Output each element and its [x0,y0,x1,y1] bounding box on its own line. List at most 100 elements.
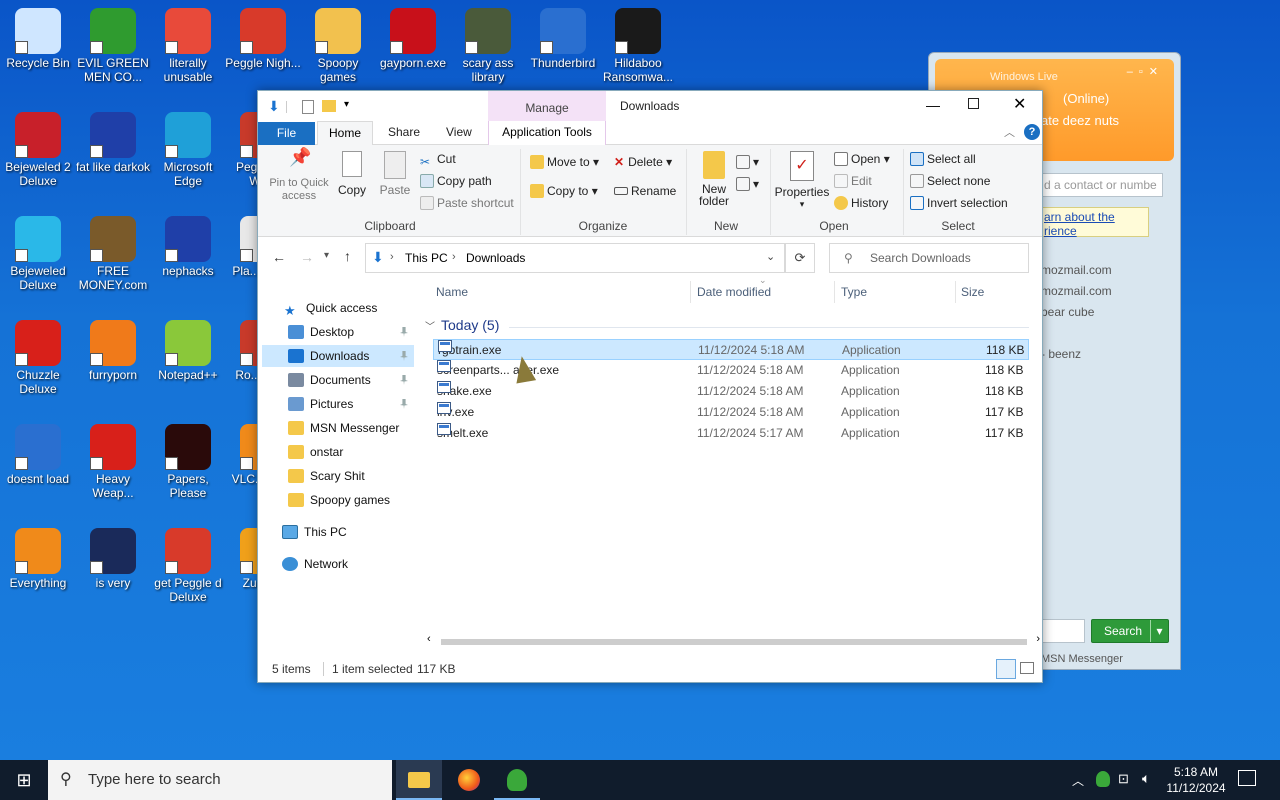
open-button[interactable]: Open ▾ [834,152,890,166]
desktop-icon[interactable]: is very [75,528,151,590]
search-input[interactable]: ⚲ Search Downloads [829,243,1029,273]
invert-selection-button[interactable]: Invert selection [910,196,1008,210]
taskbar-msn-messenger[interactable] [494,760,540,800]
nav-item[interactable]: Scary Shit [288,465,414,487]
msn-search-button[interactable]: Search ▾ [1091,619,1169,643]
easy-access-button[interactable]: ▾ [736,177,759,191]
select-all-button[interactable]: Select all [910,152,976,166]
pin-to-quick-access-button[interactable]: 📌 Pin to Quick access [266,148,332,203]
nav-network[interactable]: Network [282,553,348,575]
copy-button[interactable]: Copy [338,151,366,197]
chevron-down-icon[interactable]: ⌄ [766,250,775,263]
close-button[interactable]: ✕ [1013,94,1026,114]
column-size[interactable]: Size [961,285,984,299]
up-arrow-icon[interactable]: ↑ [344,248,351,264]
copy-to-button[interactable]: Copy to ▾ [530,184,598,198]
taskbar-search-box[interactable]: ⚲ Type here to search [48,760,392,800]
nav-item[interactable]: Documents [288,369,414,391]
scrollbar-thumb[interactable] [441,639,1027,645]
desktop-icon[interactable]: doesnt load [0,424,76,486]
paste-shortcut-button[interactable]: Paste shortcut [420,196,514,210]
desktop-icon[interactable]: Peggle Nigh... [225,8,301,70]
notifications-icon[interactable] [1238,770,1256,786]
nav-item[interactable]: Downloads [262,345,414,367]
table-row[interactable]: shake.exe 11/12/2024 5:18 AM Application 11… [433,381,1029,402]
desktop-icon[interactable]: Microsoft Edge [150,112,226,188]
desktop-icon[interactable]: fat like darkok [75,112,151,174]
manage-context-tab[interactable]: Manage [488,91,606,121]
msn-contact[interactable]: - beenz [1041,347,1081,361]
msn-window-controls[interactable]: –▫✕ [1127,65,1164,78]
chevron-up-icon[interactable]: ︿ [1072,772,1084,789]
nav-this-pc[interactable]: This PC [282,521,347,543]
msn-search-field[interactable] [1041,619,1085,643]
msn-tray-icon[interactable] [1096,771,1110,787]
desktop-icon[interactable]: Notepad++ [150,320,226,382]
breadcrumb-this-pc[interactable]: This PC [405,251,448,265]
scroll-left-icon[interactable]: ‹ [427,633,431,645]
nav-quick-access[interactable]: ★ Quick access [284,297,377,319]
desktop-icon[interactable]: nephacks [150,216,226,278]
taskbar-clock[interactable]: 5:18 AM 11/12/2024 [1166,764,1226,796]
msn-banner[interactable]: arn about the rience [1039,207,1149,238]
desktop-icon[interactable]: Spoopy games [300,8,376,84]
network-icon[interactable]: ⊡ [1118,771,1129,787]
desktop-icon[interactable]: literally unusable [150,8,226,84]
recent-locations-icon[interactable]: ▾ [324,250,329,261]
horizontal-scrollbar[interactable]: ‹ › [423,633,1044,649]
desktop-icon[interactable]: FREE MONEY.com [75,216,151,292]
msn-contact[interactable]: mozmail.com [1041,284,1112,298]
folder-icon[interactable] [322,100,336,112]
desktop-icon[interactable]: EVIL GREEN MEN CO... [75,8,151,84]
address-bar[interactable]: ⬇ › This PC › Downloads ⌄ [365,243,785,273]
chevron-down-icon[interactable]: ▾ [1150,620,1168,642]
tab-application-tools[interactable]: Application Tools [488,121,606,145]
desktop-icon[interactable]: Heavy Weap... [75,424,151,500]
details-view-button[interactable] [996,659,1016,679]
properties-button[interactable]: ✓ Properties ▾ [774,151,830,210]
group-header-today[interactable]: ﹀ Today (5) [425,317,1029,337]
desktop-icon[interactable]: Bejeweled Deluxe [0,216,76,292]
select-none-button[interactable]: Select none [910,174,990,188]
pin-icon[interactable] [400,375,408,385]
desktop-icon[interactable]: Chuzzle Deluxe [0,320,76,396]
scroll-right-icon[interactable]: › [1036,633,1040,645]
start-button[interactable]: ⊞ [0,760,48,800]
large-icons-view-button[interactable] [1020,662,1034,674]
desktop-icon[interactable]: get Peggle d Deluxe [150,528,226,604]
chevron-down-icon[interactable]: ▾ [344,99,349,110]
back-arrow-icon[interactable]: ← [272,249,286,265]
tab-home[interactable]: Home [317,121,373,146]
paste-button[interactable]: Paste [378,151,412,197]
msn-personal-message[interactable]: ate deez nuts [1041,113,1119,128]
maximize-button[interactable] [968,98,979,109]
desktop-icon[interactable]: Papers, Please [150,424,226,500]
table-row[interactable]: inv.exe 11/12/2024 5:18 AM Application 117 … [433,402,1029,423]
pin-icon[interactable] [400,327,408,337]
msn-contact-search[interactable]: d a contact or numbe [1039,173,1163,197]
pin-icon[interactable] [400,351,408,361]
edit-button[interactable]: Edit [834,174,872,188]
forward-arrow-icon[interactable]: → [300,249,314,265]
delete-button[interactable]: ✕ Delete ▾ [614,155,672,169]
nav-item[interactable]: Spoopy games [288,489,414,511]
tab-share[interactable]: Share [388,125,420,139]
column-type[interactable]: Type [841,285,867,299]
desktop-icon[interactable]: Thunderbird [525,8,601,70]
column-date-modified[interactable]: Date modified [697,285,771,299]
tab-file[interactable]: File [258,122,315,145]
column-name[interactable]: Name [436,285,468,299]
minimize-button[interactable]: — [926,97,940,113]
copy-path-button[interactable]: Copy path [420,174,492,188]
pin-icon[interactable] [400,399,408,409]
chevron-up-icon[interactable]: ︿ [1004,124,1015,140]
msn-contact[interactable]: mozmail.com [1041,263,1112,277]
desktop-icon[interactable]: furryporn [75,320,151,382]
file-explorer-window[interactable]: ⬇ ▾ Manage Downloads — ✕ File Home Share… [257,90,1043,683]
nav-item[interactable]: MSN Messenger [288,417,414,439]
taskbar-firefox[interactable] [446,760,492,800]
desktop-icon[interactable]: Everything [0,528,76,590]
history-button[interactable]: History [834,196,888,210]
nav-item[interactable]: Desktop [288,321,414,343]
new-folder-button[interactable]: New folder [696,151,732,207]
